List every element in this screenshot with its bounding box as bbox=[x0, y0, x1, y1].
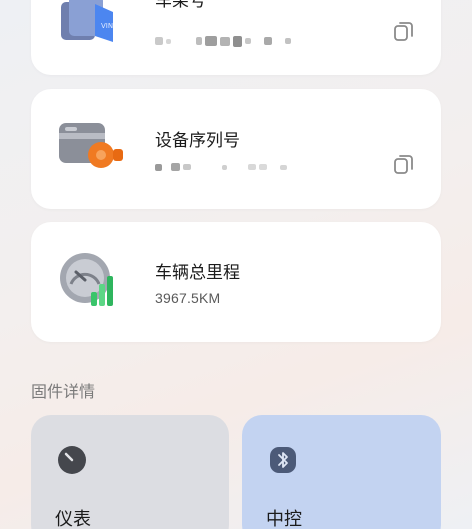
serial-title: 设备序列号 bbox=[155, 131, 240, 151]
firmware-tile-center-console[interactable]: 中控 bbox=[242, 415, 441, 529]
firmware-section-label: 固件详情 bbox=[31, 382, 96, 401]
firmware-tile-label: 仪表 bbox=[55, 509, 91, 529]
firmware-tile-dashboard[interactable]: 仪表 bbox=[31, 415, 229, 529]
firmware-tile-label: 中控 bbox=[266, 509, 302, 529]
bluetooth-icon bbox=[268, 445, 298, 475]
device-serial-icon bbox=[57, 119, 127, 179]
vin-title: 车架号 bbox=[155, 0, 206, 11]
vin-copy-button[interactable] bbox=[391, 18, 417, 44]
vin-value-masked bbox=[155, 35, 291, 47]
serial-copy-button[interactable] bbox=[391, 151, 417, 177]
serial-value-masked bbox=[155, 161, 287, 173]
serial-card: 设备序列号 bbox=[31, 89, 441, 209]
mileage-title: 车辆总里程 bbox=[155, 263, 240, 283]
odometer-icon bbox=[57, 250, 123, 310]
copy-icon bbox=[394, 155, 413, 174]
copy-icon bbox=[394, 22, 413, 41]
mileage-value: 3967.5KM bbox=[155, 290, 221, 306]
vin-document-icon: VIN bbox=[57, 0, 117, 50]
svg-text:VIN: VIN bbox=[101, 22, 113, 30]
dashboard-dial-icon bbox=[57, 445, 87, 475]
mileage-card: 车辆总里程 3967.5KM bbox=[31, 222, 441, 342]
vin-card: VIN 车架号 bbox=[31, 0, 441, 75]
